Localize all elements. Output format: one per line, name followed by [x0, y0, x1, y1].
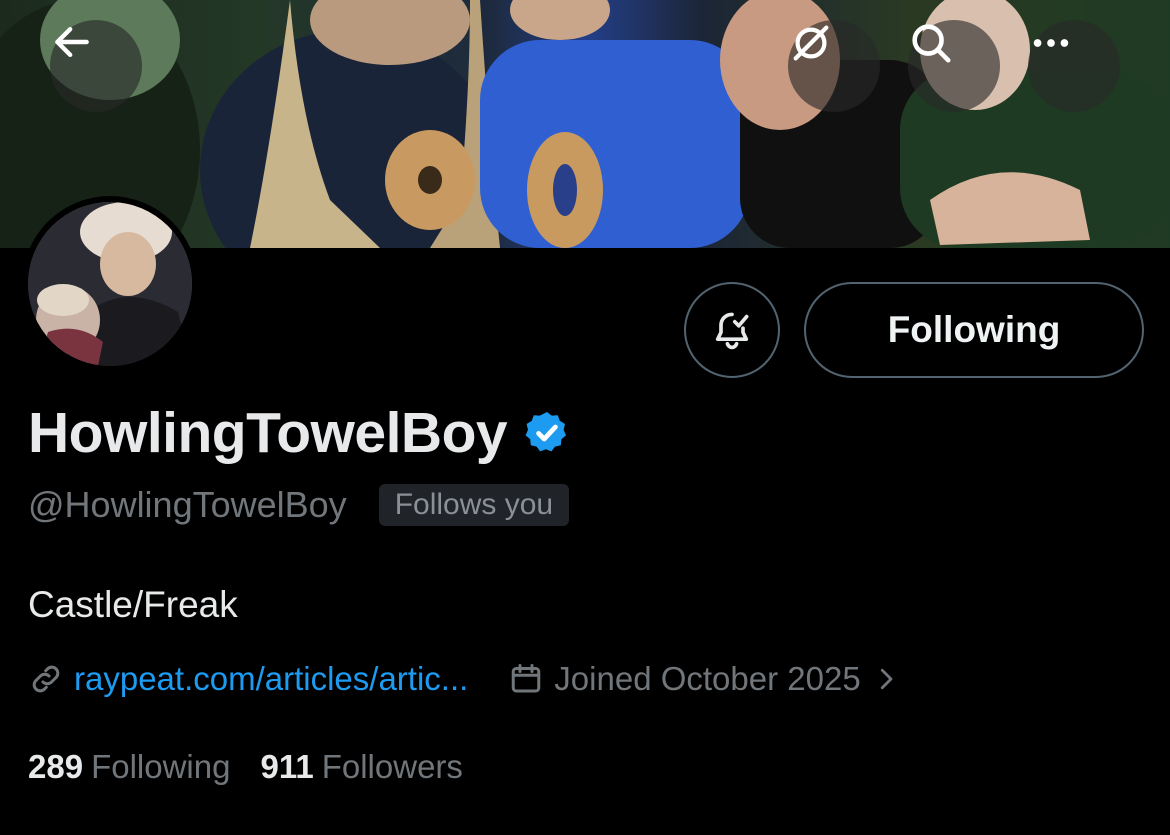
- grok-icon: [793, 25, 829, 61]
- grok-button[interactable]: [788, 20, 880, 112]
- banner-image: [0, 0, 1170, 248]
- more-horizontal-icon: [1033, 39, 1069, 47]
- display-name: HowlingTowelBoy: [28, 401, 508, 465]
- bell-check-icon: [715, 312, 749, 350]
- notifications-button[interactable]: [684, 282, 780, 378]
- profile-banner[interactable]: [0, 0, 1170, 248]
- handle-row: @HowlingTowelBoy Follows you: [28, 484, 570, 526]
- link-icon: [32, 665, 60, 693]
- back-button[interactable]: [50, 20, 142, 112]
- follow-stats: 289 Following 911 Followers: [28, 748, 463, 786]
- followers-count: 911: [260, 748, 314, 785]
- calendar-icon: [512, 664, 541, 693]
- following-count: 289: [28, 748, 84, 785]
- search-icon: [912, 24, 951, 63]
- followers-label: Followers: [321, 748, 463, 785]
- chevron-right-icon: [880, 668, 893, 690]
- name-row: HowlingTowelBoy: [28, 400, 571, 466]
- profile-meta: raypeat.com/articles/artic... Joined Oct…: [28, 660, 901, 698]
- search-button[interactable]: [908, 20, 1000, 112]
- followers-stat[interactable]: 911 Followers: [260, 748, 462, 786]
- following-stat[interactable]: 289 Following: [28, 748, 230, 786]
- verified-badge-icon[interactable]: [523, 409, 571, 457]
- joined-date[interactable]: Joined October 2025: [508, 660, 900, 698]
- arrow-left-icon: [55, 26, 89, 58]
- website-link[interactable]: raypeat.com/articles/artic...: [28, 660, 468, 698]
- website-link-text[interactable]: raypeat.com/articles/artic...: [74, 660, 468, 698]
- follows-you-badge: Follows you: [378, 484, 570, 526]
- avatar[interactable]: [22, 196, 198, 372]
- avatar-image: [28, 202, 192, 366]
- handle: @HowlingTowelBoy: [28, 484, 347, 525]
- bio: Castle/Freak: [28, 584, 238, 625]
- joined-text: Joined October 2025: [554, 660, 861, 697]
- more-button[interactable]: [1028, 20, 1120, 112]
- following-label: Following: [91, 748, 231, 785]
- following-button[interactable]: Following: [804, 282, 1144, 378]
